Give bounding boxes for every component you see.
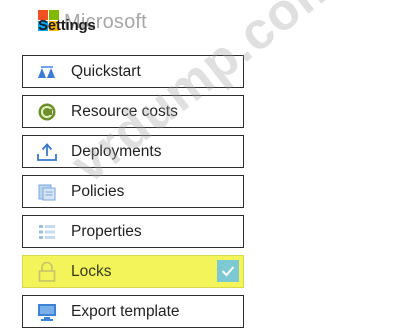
- policies-icon: [35, 181, 59, 203]
- menu-item-label: Quickstart: [71, 62, 141, 80]
- properties-icon: [35, 221, 59, 243]
- menu-item-policies[interactable]: Policies: [22, 175, 244, 208]
- menu-item-locks[interactable]: Locks: [22, 255, 244, 288]
- menu-item-export-template[interactable]: Export template: [22, 295, 244, 328]
- menu-item-label: Export template: [71, 302, 180, 320]
- menu-item-label: Locks: [71, 262, 112, 280]
- lock-icon: [35, 261, 59, 283]
- menu-item-deployments[interactable]: Deployments: [22, 135, 244, 168]
- checkmark-icon: [217, 260, 239, 282]
- settings-menu: Quickstart Resource costs Deployments Po…: [22, 55, 244, 335]
- menu-item-label: Properties: [71, 222, 142, 240]
- menu-item-label: Deployments: [71, 142, 162, 160]
- menu-item-properties[interactable]: Properties: [22, 215, 244, 248]
- quickstart-icon: [35, 61, 59, 83]
- section-title: Settings: [38, 17, 96, 34]
- menu-item-label: Policies: [71, 182, 125, 200]
- deployments-icon: [35, 141, 59, 163]
- export-template-icon: [35, 301, 59, 323]
- resource-costs-icon: [35, 101, 59, 123]
- menu-item-label: Resource costs: [71, 102, 178, 120]
- settings-screenshot: Microsoft Settings Quickstart Resource c…: [0, 0, 402, 335]
- menu-item-quickstart[interactable]: Quickstart: [22, 55, 244, 88]
- menu-item-resource-costs[interactable]: Resource costs: [22, 95, 244, 128]
